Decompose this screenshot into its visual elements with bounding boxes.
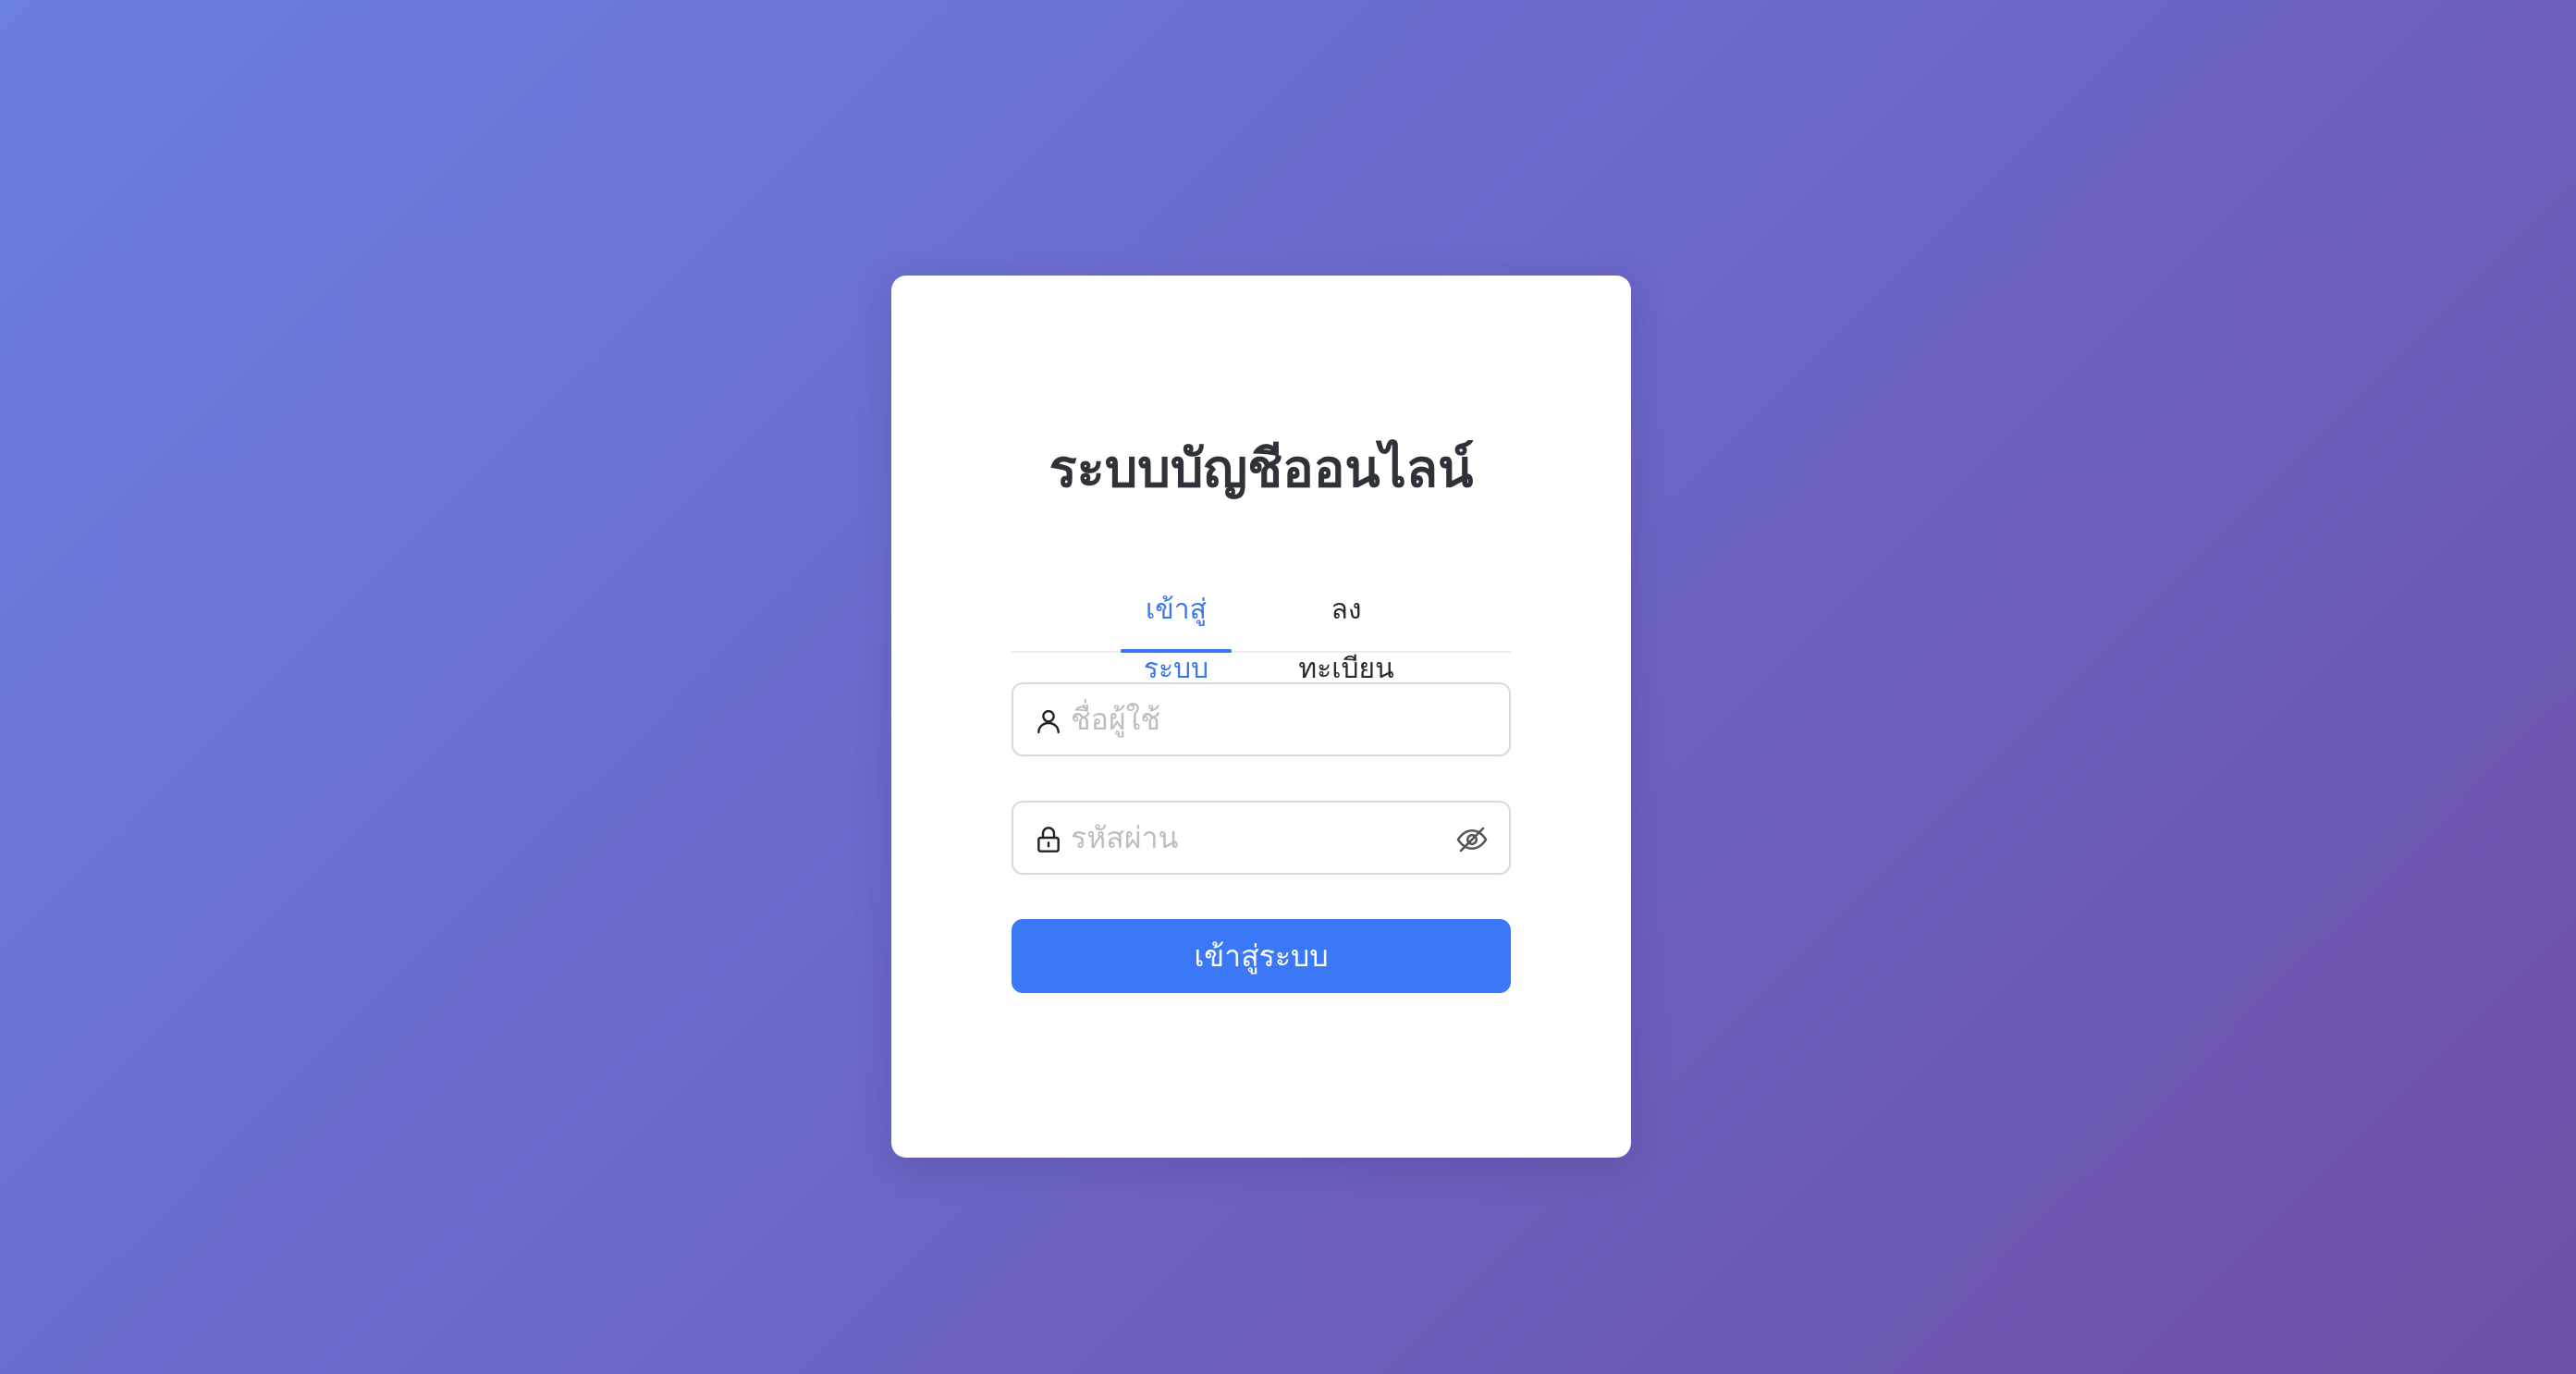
page-title: ระบบบัญชีออนไลน์ xyxy=(1049,439,1474,499)
login-button[interactable]: เข้าสู่ระบบ xyxy=(1012,919,1511,993)
lock-icon xyxy=(1037,827,1060,853)
tab-login[interactable]: เข้าสู่ระบบ xyxy=(1121,581,1232,685)
username-input[interactable] xyxy=(1071,693,1441,745)
login-card: ระบบบัญชีออนไลน์ เข้าสู่ระบบ ลงทะเบียน เ… xyxy=(891,276,1631,1158)
password-field-container xyxy=(1012,801,1511,875)
username-field-container xyxy=(1012,682,1511,756)
user-icon xyxy=(1037,709,1060,734)
eye-off-icon[interactable] xyxy=(1455,823,1489,856)
password-input[interactable] xyxy=(1071,812,1441,864)
tab-register[interactable]: ลงทะเบียน xyxy=(1289,581,1404,685)
auth-tabs: เข้าสู่ระบบ ลงทะเบียน xyxy=(1012,581,1511,685)
